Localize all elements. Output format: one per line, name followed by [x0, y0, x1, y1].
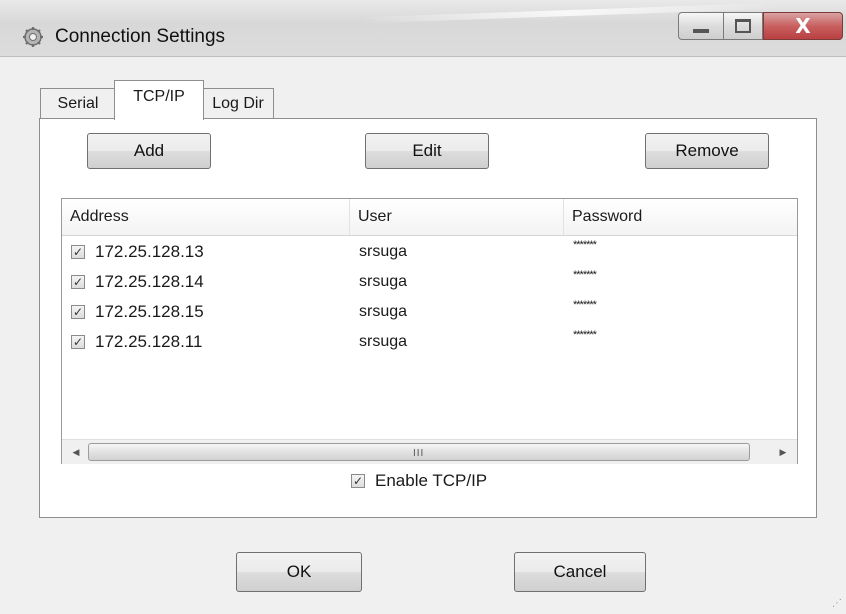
maximize-button[interactable] — [723, 12, 763, 40]
horizontal-scrollbar[interactable]: ◀ III ▶ — [62, 439, 797, 464]
table-row[interactable]: ✓ 172.25.128.14 srsuga ******* — [62, 267, 797, 297]
row-checkbox[interactable]: ✓ — [71, 245, 85, 259]
address-text: 172.25.128.14 — [95, 272, 204, 291]
close-button[interactable]: X — [763, 12, 843, 40]
cancel-button[interactable]: Cancel — [514, 552, 646, 592]
scrollbar-thumb[interactable]: III — [88, 443, 750, 461]
user-cell: srsuga — [359, 273, 408, 290]
column-header-user[interactable]: User — [350, 199, 564, 235]
enable-tcpip-label: Enable TCP/IP — [375, 471, 488, 490]
table-row[interactable]: ✓ 172.25.128.15 srsuga ******* — [62, 297, 797, 327]
connections-list[interactable]: Address User Password ✓ 172.25.128.13 sr… — [61, 198, 798, 464]
password-cell: ******* — [573, 269, 597, 281]
enable-tcpip-option[interactable]: ✓ Enable TCP/IP — [351, 468, 487, 494]
ok-button[interactable]: OK — [236, 552, 362, 592]
column-header-password[interactable]: Password — [564, 199, 797, 235]
address-text: 172.25.128.11 — [95, 332, 203, 351]
address-cell: ✓ 172.25.128.13 — [71, 237, 204, 267]
scroll-grip-icon: III — [413, 448, 425, 459]
tcpip-tab-panel: Add Edit Remove Address User Password ✓ … — [39, 118, 817, 518]
title-bar[interactable]: Connection Settings X — [0, 0, 846, 57]
add-button[interactable]: Add — [87, 133, 211, 169]
password-cell: ******* — [573, 329, 597, 341]
scroll-right-arrow-icon[interactable]: ▶ — [773, 442, 793, 462]
user-cell: srsuga — [359, 243, 408, 260]
edit-button[interactable]: Edit — [365, 133, 489, 169]
address-cell: ✓ 172.25.128.11 — [71, 327, 202, 357]
address-text: 172.25.128.15 — [95, 302, 204, 321]
tab-serial[interactable]: Serial — [40, 88, 116, 118]
address-cell: ✓ 172.25.128.15 — [71, 297, 204, 327]
minimize-icon — [693, 29, 709, 33]
enable-tcpip-checkbox[interactable]: ✓ — [351, 474, 365, 488]
connection-settings-window: Connection Settings X Serial TCP/IP Log … — [0, 0, 846, 614]
column-header-address[interactable]: Address — [62, 199, 350, 235]
maximize-icon — [735, 19, 751, 33]
check-icon: ✓ — [72, 305, 84, 319]
remove-button[interactable]: Remove — [645, 133, 769, 169]
gear-icon — [23, 27, 43, 47]
address-cell: ✓ 172.25.128.14 — [71, 267, 204, 297]
tab-tcpip[interactable]: TCP/IP — [114, 80, 204, 120]
check-icon: ✓ — [72, 335, 84, 349]
close-icon: X — [795, 14, 811, 38]
table-row[interactable]: ✓ 172.25.128.13 srsuga ******* — [62, 237, 797, 267]
list-header: Address User Password — [62, 199, 797, 236]
check-icon: ✓ — [72, 245, 84, 259]
table-row[interactable]: ✓ 172.25.128.11 srsuga ******* — [62, 327, 797, 357]
resize-grip-icon[interactable]: ⋰ — [832, 598, 842, 609]
window-title: Connection Settings — [55, 26, 226, 47]
row-checkbox[interactable]: ✓ — [71, 335, 85, 349]
row-checkbox[interactable]: ✓ — [71, 305, 85, 319]
check-icon: ✓ — [72, 275, 84, 289]
scroll-left-arrow-icon[interactable]: ◀ — [66, 442, 86, 462]
password-cell: ******* — [573, 299, 597, 311]
row-checkbox[interactable]: ✓ — [71, 275, 85, 289]
password-cell: ******* — [573, 239, 597, 251]
user-cell: srsuga — [359, 333, 408, 350]
tab-log-dir[interactable]: Log Dir — [202, 88, 274, 118]
user-cell: srsuga — [359, 303, 408, 320]
check-icon: ✓ — [352, 474, 364, 488]
address-text: 172.25.128.13 — [95, 242, 204, 261]
minimize-button[interactable] — [678, 12, 724, 40]
